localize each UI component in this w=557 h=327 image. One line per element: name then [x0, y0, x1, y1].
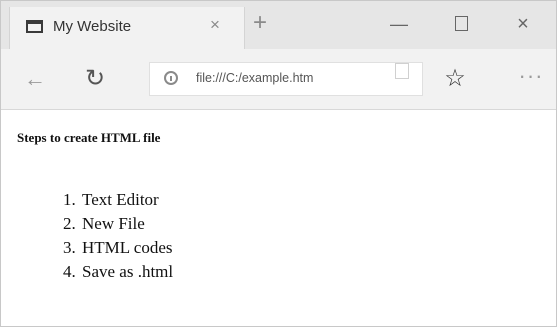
- list-item: New File: [80, 212, 173, 236]
- page-icon: [26, 20, 43, 33]
- address-bar[interactable]: file:///C:/example.htm: [149, 62, 423, 96]
- more-options-button[interactable]: ···: [507, 59, 555, 99]
- new-tab-button[interactable]: +: [253, 10, 267, 36]
- list-item: HTML codes: [80, 236, 173, 260]
- favorites-star-button[interactable]: ☆: [435, 59, 475, 99]
- refresh-button[interactable]: ↻: [75, 59, 115, 99]
- page-heading: Steps to create HTML file: [17, 130, 161, 145]
- navigation-bar: ← ↻ file:///C:/example.htm ☆ ···: [1, 49, 556, 110]
- steps-list: Text Editor New File HTML codes Save as …: [1, 188, 173, 284]
- page-content: Steps to create HTML file Text Editor Ne…: [1, 110, 556, 326]
- reading-view-icon[interactable]: [395, 63, 409, 79]
- tab-my-website[interactable]: My Website ×: [9, 7, 245, 49]
- back-button[interactable]: ←: [15, 59, 55, 99]
- tab-strip: My Website × + — ×: [1, 1, 556, 49]
- list-item: Text Editor: [80, 188, 173, 212]
- list-item: Save as .html: [80, 260, 173, 284]
- info-icon: [164, 71, 178, 85]
- close-window-button[interactable]: ×: [493, 1, 553, 49]
- maximize-icon: [454, 16, 468, 32]
- tab-close-icon[interactable]: ×: [210, 15, 220, 35]
- minimize-button[interactable]: —: [369, 1, 429, 49]
- tab-title: My Website: [53, 18, 132, 35]
- maximize-button[interactable]: [431, 1, 491, 49]
- address-url: file:///C:/example.htm: [196, 71, 314, 85]
- browser-window: My Website × + — × ← ↻ file:///C:/exampl…: [0, 0, 557, 327]
